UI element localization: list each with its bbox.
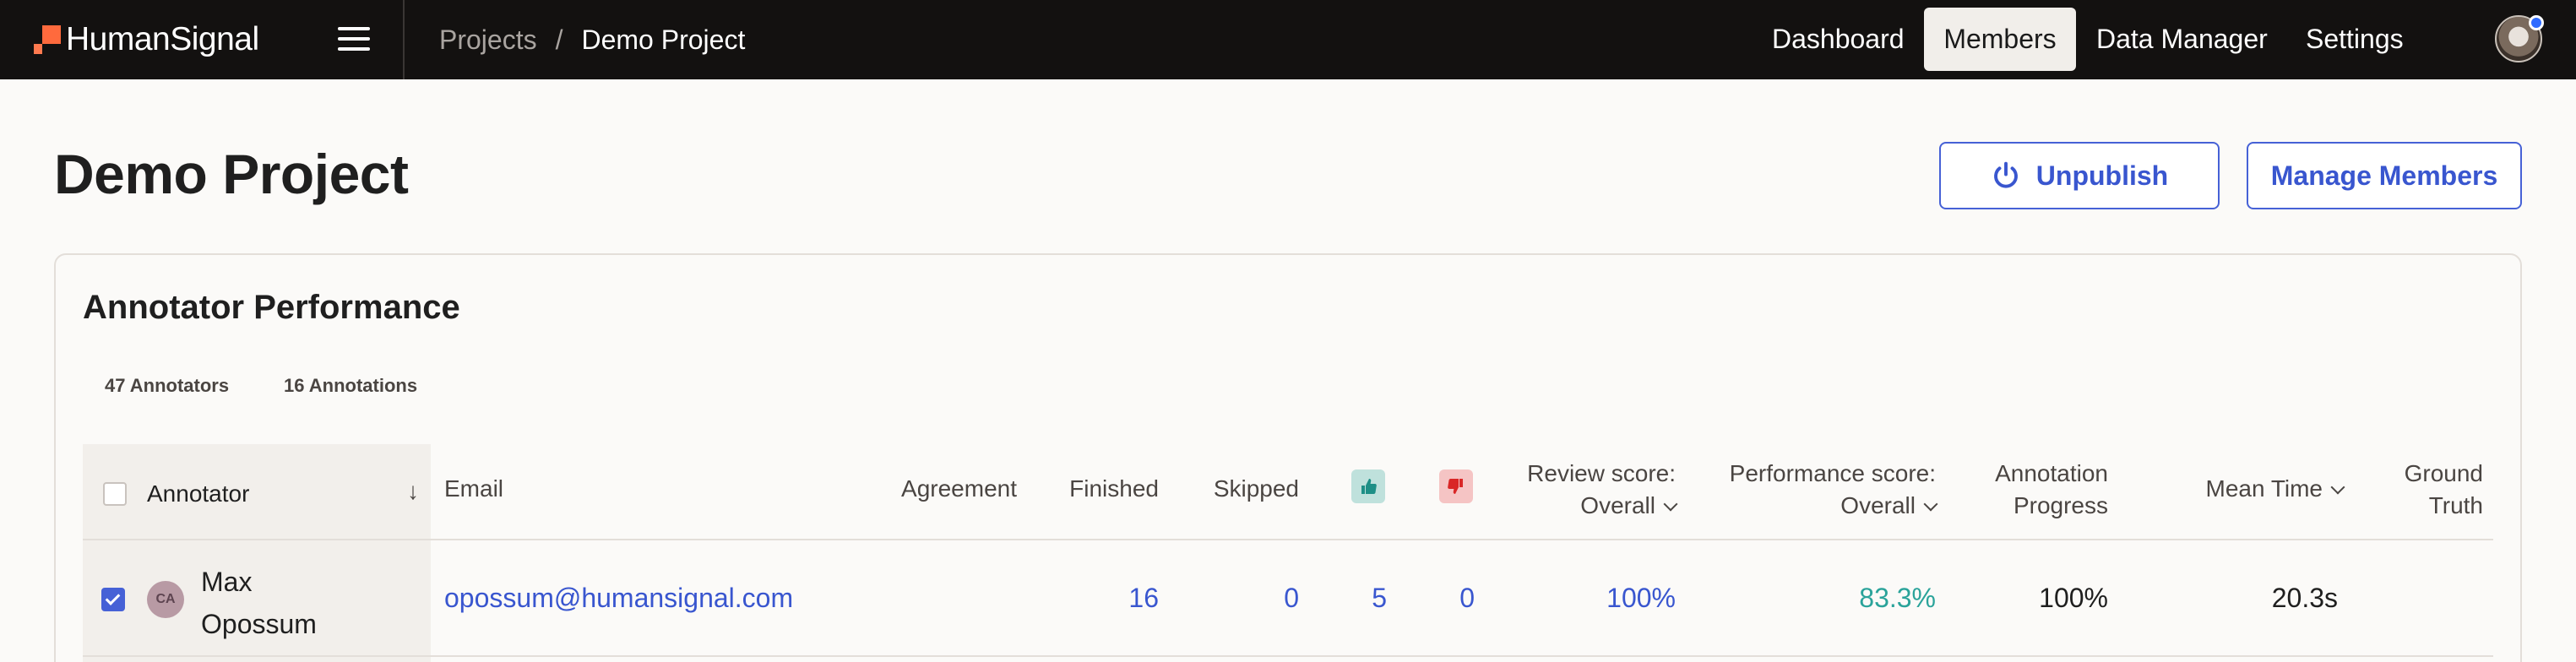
- thumbs-up-count[interactable]: 5: [1318, 583, 1387, 614]
- annotator-name[interactable]: Max Opossum: [201, 561, 336, 645]
- thumbs-down-count[interactable]: 0: [1405, 583, 1475, 614]
- nav-dashboard[interactable]: Dashboard: [1772, 8, 1905, 71]
- chevron-down-icon: [1663, 496, 1678, 512]
- logo-icon: [34, 25, 61, 54]
- unpublish-button[interactable]: Unpublish: [1939, 142, 2220, 209]
- annotations-count: 16 Annotations: [284, 375, 418, 396]
- nav-members[interactable]: Members: [1924, 8, 2076, 71]
- ground-truth-line1: Ground: [2404, 460, 2483, 486]
- column-header-agreement[interactable]: Agreement: [878, 473, 1017, 505]
- notification-dot: [2529, 15, 2544, 30]
- performance-score-label: Performance score:: [1729, 460, 1936, 486]
- breadcrumb-current[interactable]: Demo Project: [581, 24, 745, 56]
- thumbs-up-icon[interactable]: [1351, 469, 1385, 503]
- column-header-annotation-progress[interactable]: Annotation Progress: [1951, 458, 2108, 522]
- review-score-selected: Overall: [1580, 492, 1655, 518]
- unpublish-label: Unpublish: [2035, 160, 2169, 191]
- annotators-count: 47 Annotators: [105, 375, 230, 396]
- mean-time-value: 20.3s: [2271, 583, 2338, 613]
- review-score-label: Review score:: [1527, 460, 1676, 486]
- ground-truth-line2: Truth: [2428, 492, 2483, 518]
- top-navigation-bar: HumanSignal Projects / Demo Project Dash…: [0, 0, 2576, 79]
- review-score-value[interactable]: 100%: [1554, 583, 1676, 614]
- annotation-progress-line1: Annotation: [1995, 460, 2108, 486]
- column-header-annotator[interactable]: Annotator: [147, 478, 249, 510]
- annotator-avatar: CA: [147, 581, 184, 618]
- annotation-progress-line2: Progress: [2013, 492, 2108, 518]
- breadcrumb-separator: /: [555, 24, 563, 55]
- page-title: Demo Project: [54, 143, 409, 205]
- hamburger-icon[interactable]: [338, 24, 370, 53]
- column-header-ground-truth[interactable]: Ground Truth: [2365, 458, 2483, 522]
- thumbs-down-icon[interactable]: [1439, 469, 1473, 503]
- row-select-checkbox[interactable]: [101, 588, 125, 611]
- annotation-progress-value: 100%: [2039, 583, 2108, 613]
- power-icon: [1993, 161, 2018, 188]
- brand-name: HumanSignal: [66, 21, 259, 57]
- performance-score-value: 83.3%: [1859, 583, 1936, 613]
- select-all-checkbox[interactable]: [103, 482, 127, 506]
- performance-score-selected: Overall: [1840, 492, 1916, 518]
- finished-count[interactable]: 16: [1064, 583, 1159, 614]
- manage-members-button[interactable]: Manage Members: [2247, 142, 2522, 209]
- column-header-email[interactable]: Email: [444, 473, 503, 505]
- mean-time-label: Mean Time: [2205, 475, 2323, 502]
- header-divider: [83, 539, 2493, 540]
- column-header-review-score[interactable]: Review score: Overall: [1486, 458, 1678, 522]
- nav-data-manager[interactable]: Data Manager: [2096, 8, 2268, 71]
- row-divider: [83, 655, 2493, 657]
- breadcrumb-projects-link[interactable]: Projects: [439, 24, 537, 56]
- performance-score-dropdown[interactable]: Overall: [1706, 490, 1938, 522]
- column-header-finished[interactable]: Finished: [1039, 473, 1159, 505]
- brand-logo[interactable]: HumanSignal: [34, 20, 259, 59]
- review-score-dropdown[interactable]: Overall: [1486, 490, 1678, 522]
- annotator-email-link[interactable]: opossum@humansignal.com: [444, 583, 793, 614]
- checkmark-icon: [105, 590, 121, 605]
- column-header-skipped[interactable]: Skipped: [1182, 473, 1299, 505]
- column-header-performance-score[interactable]: Performance score: Overall: [1706, 458, 1938, 522]
- card-title: Annotator Performance: [83, 289, 460, 326]
- sort-down-icon[interactable]: ↓: [407, 478, 419, 505]
- chevron-down-icon: [2330, 480, 2345, 495]
- chevron-down-icon: [1923, 496, 1938, 512]
- column-header-mean-time[interactable]: Mean Time: [2162, 473, 2345, 505]
- breadcrumb: Projects / Demo Project: [439, 0, 745, 79]
- divider: [403, 0, 405, 79]
- skipped-count[interactable]: 0: [1199, 583, 1299, 614]
- nav-settings[interactable]: Settings: [2306, 8, 2404, 71]
